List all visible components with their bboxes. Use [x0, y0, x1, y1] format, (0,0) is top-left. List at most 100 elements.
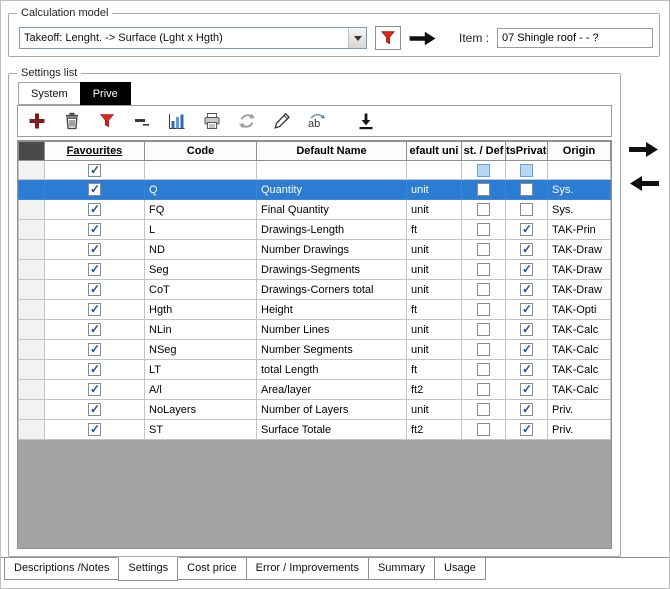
- row-selector[interactable]: [18, 339, 45, 360]
- table-row[interactable]: QQuantityunit Sys.: [18, 179, 611, 200]
- default-flag-checkbox[interactable]: [477, 263, 490, 276]
- favourite-checkbox[interactable]: [88, 262, 101, 276]
- favourite-checkbox[interactable]: [88, 222, 101, 236]
- private-flag-checkbox[interactable]: [520, 422, 533, 436]
- row-selector[interactable]: [18, 199, 45, 220]
- column-header-default-name[interactable]: Default Name: [256, 141, 407, 161]
- table-row[interactable]: SegDrawings-Segmentsunit TAK-Draw: [18, 259, 611, 280]
- row-selector[interactable]: [18, 179, 45, 200]
- private-selectall-checkbox[interactable]: [520, 163, 533, 177]
- apply-model-arrow-button[interactable]: [409, 30, 437, 47]
- favourite-checkbox[interactable]: [88, 322, 101, 336]
- add-button[interactable]: [26, 110, 48, 132]
- favourite-checkbox[interactable]: [88, 202, 101, 216]
- default-flag-checkbox[interactable]: [477, 383, 490, 396]
- favourite-checkbox[interactable]: [88, 302, 101, 316]
- tab-summary[interactable]: Summary: [367, 558, 436, 580]
- favourite-checkbox[interactable]: [88, 342, 101, 356]
- favourite-checkbox[interactable]: [88, 182, 101, 196]
- rename-button[interactable]: ab: [306, 110, 328, 132]
- table-row[interactable]: FQFinal Quantityunit Sys.: [18, 199, 611, 220]
- table-row[interactable]: NDNumber Drawingsunit TAK-Draw: [18, 239, 611, 260]
- column-header-default-unit[interactable]: efault uni: [406, 141, 462, 161]
- default-flag-checkbox[interactable]: [477, 243, 490, 256]
- tab-error-improvements[interactable]: Error / Improvements: [245, 558, 369, 580]
- remove-filter-button[interactable]: [131, 110, 153, 132]
- default-flag-checkbox[interactable]: [477, 423, 490, 436]
- default-flag-checkbox[interactable]: [477, 403, 490, 416]
- private-flag-checkbox[interactable]: [520, 342, 533, 356]
- default-flag-checkbox[interactable]: [477, 323, 490, 336]
- row-selector[interactable]: [18, 279, 45, 300]
- tab-prive[interactable]: Prive: [79, 82, 131, 105]
- row-selector[interactable]: [18, 419, 45, 440]
- tab-usage[interactable]: Usage: [434, 558, 486, 580]
- table-row[interactable]: NSegNumber Segmentsunit TAK-Calc: [18, 339, 611, 360]
- favourite-checkbox[interactable]: [88, 402, 101, 416]
- table-row[interactable]: NLinNumber Linesunit TAK-Calc: [18, 319, 611, 340]
- default-flag-checkbox[interactable]: [477, 303, 490, 316]
- calculation-model-select[interactable]: Takeoff: Lenght. -> Surface (Lght x Hgth…: [19, 27, 367, 49]
- default-flag-checkbox[interactable]: [477, 283, 490, 296]
- table-row[interactable]: NoLayersNumber of Layersunit Priv.: [18, 399, 611, 420]
- favourite-checkbox[interactable]: [88, 422, 101, 436]
- favourites-selectall-checkbox[interactable]: [88, 163, 101, 177]
- table-row[interactable]: A/lArea/layerft2 TAK-Calc: [18, 379, 611, 400]
- favourite-checkbox[interactable]: [88, 282, 101, 296]
- table-row[interactable]: LTtotal Lengthft TAK-Calc: [18, 359, 611, 380]
- tab-settings[interactable]: Settings: [118, 557, 179, 581]
- default-flag-checkbox[interactable]: [477, 223, 490, 236]
- private-flag-checkbox[interactable]: [520, 242, 533, 256]
- row-selector[interactable]: [18, 239, 45, 260]
- column-header-default-flag[interactable]: st. / Def: [461, 141, 506, 161]
- item-field[interactable]: 07 Shingle roof - - ?: [497, 28, 653, 48]
- refresh-button[interactable]: [236, 110, 258, 132]
- row-selector[interactable]: [18, 319, 45, 340]
- move-right-button[interactable]: [628, 140, 660, 164]
- private-flag-checkbox[interactable]: [520, 402, 533, 416]
- favourite-checkbox[interactable]: [88, 242, 101, 256]
- row-selector[interactable]: [18, 379, 45, 400]
- print-button[interactable]: [201, 110, 223, 132]
- row-selector[interactable]: [18, 399, 45, 420]
- tab-descriptions-notes[interactable]: Descriptions /Notes: [4, 558, 120, 580]
- private-flag-checkbox[interactable]: [520, 302, 533, 316]
- private-flag-checkbox[interactable]: [520, 262, 533, 276]
- default-flag-checkbox[interactable]: [477, 183, 490, 196]
- default-flag-checkbox[interactable]: [477, 363, 490, 376]
- favourite-checkbox[interactable]: [88, 362, 101, 376]
- tab-cost-price[interactable]: Cost price: [177, 558, 247, 580]
- chart-button[interactable]: [166, 110, 188, 132]
- grid-filter-button[interactable]: [96, 110, 118, 132]
- private-flag-checkbox[interactable]: [520, 282, 533, 296]
- row-selector[interactable]: [18, 299, 45, 320]
- private-flag-checkbox[interactable]: [520, 183, 533, 196]
- move-left-button[interactable]: [628, 174, 660, 198]
- table-row[interactable]: STSurface Totaleft2 Priv.: [18, 419, 611, 440]
- private-flag-checkbox[interactable]: [520, 362, 533, 376]
- model-filter-button[interactable]: [375, 26, 401, 50]
- private-flag-checkbox[interactable]: [520, 222, 533, 236]
- default-selectall-checkbox[interactable]: [477, 163, 490, 177]
- row-selector[interactable]: [18, 359, 45, 380]
- default-flag-checkbox[interactable]: [477, 343, 490, 356]
- delete-button[interactable]: [61, 110, 83, 132]
- edit-button[interactable]: [271, 110, 293, 132]
- row-selector[interactable]: [18, 259, 45, 280]
- export-button[interactable]: [355, 110, 377, 132]
- table-row[interactable]: CoTDrawings-Corners totalunit TAK-Draw: [18, 279, 611, 300]
- tab-system[interactable]: System: [18, 82, 81, 105]
- column-header-origin[interactable]: Origin: [547, 141, 611, 161]
- favourite-checkbox[interactable]: [88, 382, 101, 396]
- private-flag-checkbox[interactable]: [520, 382, 533, 396]
- table-row[interactable]: HgthHeightft TAK-Opti: [18, 299, 611, 320]
- private-flag-checkbox[interactable]: [520, 322, 533, 336]
- column-header-code[interactable]: Code: [144, 141, 257, 161]
- row-selector[interactable]: [18, 219, 45, 240]
- private-flag-checkbox[interactable]: [520, 203, 533, 216]
- row-selector[interactable]: [18, 160, 45, 180]
- table-row[interactable]: LDrawings-Lengthft TAK-Prin: [18, 219, 611, 240]
- column-header-private-flag[interactable]: tsPrivate: [505, 141, 548, 161]
- combo-dropdown-button[interactable]: [348, 28, 366, 48]
- default-flag-checkbox[interactable]: [477, 203, 490, 216]
